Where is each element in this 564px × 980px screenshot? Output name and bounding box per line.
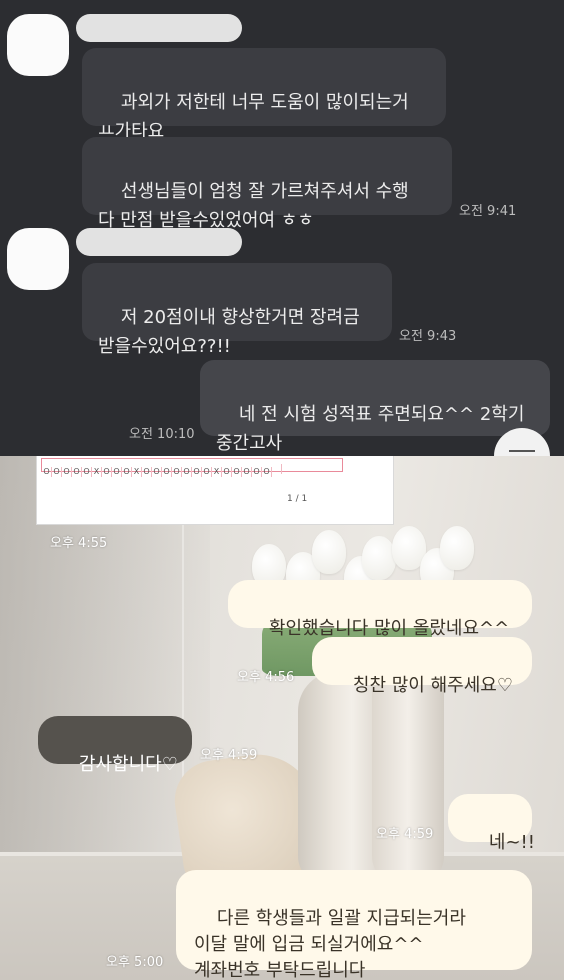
my-message-bubble[interactable]: 네 전 시험 성적표 주면되요^^ 2학기 중간고사 <box>200 360 550 454</box>
message-text: 확인했습니다 많이 올랐네요^^ <box>268 618 510 639</box>
message-time: 오후 4:59 <box>200 748 258 763</box>
grid-cell: X <box>212 467 222 477</box>
message-time: 오전 10:10 <box>129 427 195 442</box>
grid-cell: O <box>52 467 62 477</box>
message-time: 오전 9:41 <box>459 204 517 219</box>
grid-cell: O <box>222 467 232 477</box>
message-time: 오전 9:43 <box>399 329 457 344</box>
grid-cell: O <box>42 467 52 477</box>
my-message-bubble[interactable]: 칭찬 많이 해주세요♡ <box>312 637 532 696</box>
message-time: 오후 5:00 <box>106 955 164 970</box>
message-bubble[interactable]: 과외가 저한테 너무 도움이 많이되는거 ㅛ가타요 <box>82 48 446 142</box>
grid-cell: O <box>172 467 182 477</box>
my-message-bubble[interactable]: 네~!! <box>448 794 535 853</box>
message-time: 오후 4:56 <box>237 670 295 685</box>
page-indicator: 1 / 1 <box>287 494 308 504</box>
grid-cell: O <box>112 467 122 477</box>
grid-cell: O <box>252 467 262 477</box>
message-text: 감사합니다♡ <box>78 754 178 775</box>
report-card-grid: OOOOOXOOOXOOOOOOOXOOOOO <box>41 458 343 477</box>
report-card-image[interactable]: OOOOOXOOOXOOOOOOOXOOOOO 1 / 1 <box>36 456 394 525</box>
grid-cell: O <box>192 467 202 477</box>
grid-cell: X <box>132 467 142 477</box>
grid-cell: O <box>262 467 272 477</box>
grid-cell: O <box>102 467 112 477</box>
tulip-flower <box>440 526 474 570</box>
tulip-flower <box>362 536 396 580</box>
message-text: 선생님들이 엄청 잘 가르쳐주셔서 수행 다 만점 받을수있었어여 ㅎㅎ <box>98 181 409 231</box>
message-bubble[interactable]: 선생님들이 엄청 잘 가르쳐주셔서 수행 다 만점 받을수있었어여 ㅎㅎ <box>82 137 452 231</box>
avatar[interactable] <box>7 14 69 76</box>
avatar[interactable] <box>7 228 69 290</box>
grid-cell: O <box>62 467 72 477</box>
bottom-chat-screenshot: OOOOOXOOOXOOOOOOOXOOOOO 1 / 1 오후 4:55 확인… <box>0 456 564 980</box>
my-message-bubble[interactable]: 확인했습니다 많이 올랐네요^^ <box>228 580 532 639</box>
message-text: 칭찬 많이 해주세요♡ <box>352 675 513 696</box>
grid-cell: O <box>142 467 152 477</box>
grid-cell: O <box>182 467 192 477</box>
message-text: 다른 학생들과 일괄 지급되는거라 이달 말에 입금 되실거에요^^ 계좌번호 … <box>194 908 466 980</box>
message-text: 네~!! <box>488 832 535 853</box>
grid-cell: X <box>92 467 102 477</box>
sender-name-redacted <box>76 228 242 256</box>
their-message-bubble[interactable]: 감사합니다♡ <box>38 716 192 775</box>
grid-cell: O <box>72 467 82 477</box>
message-bubble[interactable]: 저 20점이내 향상한거면 장려금 받을수있어요??!! <box>82 263 392 357</box>
grid-cell: O <box>232 467 242 477</box>
sender-name-redacted <box>76 14 242 42</box>
grid-cell: O <box>122 467 132 477</box>
top-chat-screenshot: 과외가 저한테 너무 도움이 많이되는거 ㅛ가타요 선생님들이 엄청 잘 가르쳐… <box>0 0 564 456</box>
my-message-bubble[interactable]: 다른 학생들과 일괄 지급되는거라 이달 말에 입금 되실거에요^^ 계좌번호 … <box>176 870 532 980</box>
grid-cell: O <box>82 467 92 477</box>
grid-cell: O <box>242 467 252 477</box>
grid-cell: O <box>152 467 162 477</box>
tulip-flower <box>312 530 346 574</box>
grid-cell: O <box>202 467 212 477</box>
message-time: 오후 4:59 <box>376 827 434 842</box>
message-text: 저 20점이내 향상한거면 장려금 받을수있어요??!! <box>98 307 360 357</box>
message-text: 네 전 시험 성적표 주면되요^^ 2학기 중간고사 <box>216 404 525 454</box>
message-text: 과외가 저한테 너무 도움이 많이되는거 ㅛ가타요 <box>98 92 409 142</box>
grid-cell: O <box>162 467 172 477</box>
message-time: 오후 4:55 <box>50 536 108 551</box>
grid-cell <box>272 464 282 474</box>
